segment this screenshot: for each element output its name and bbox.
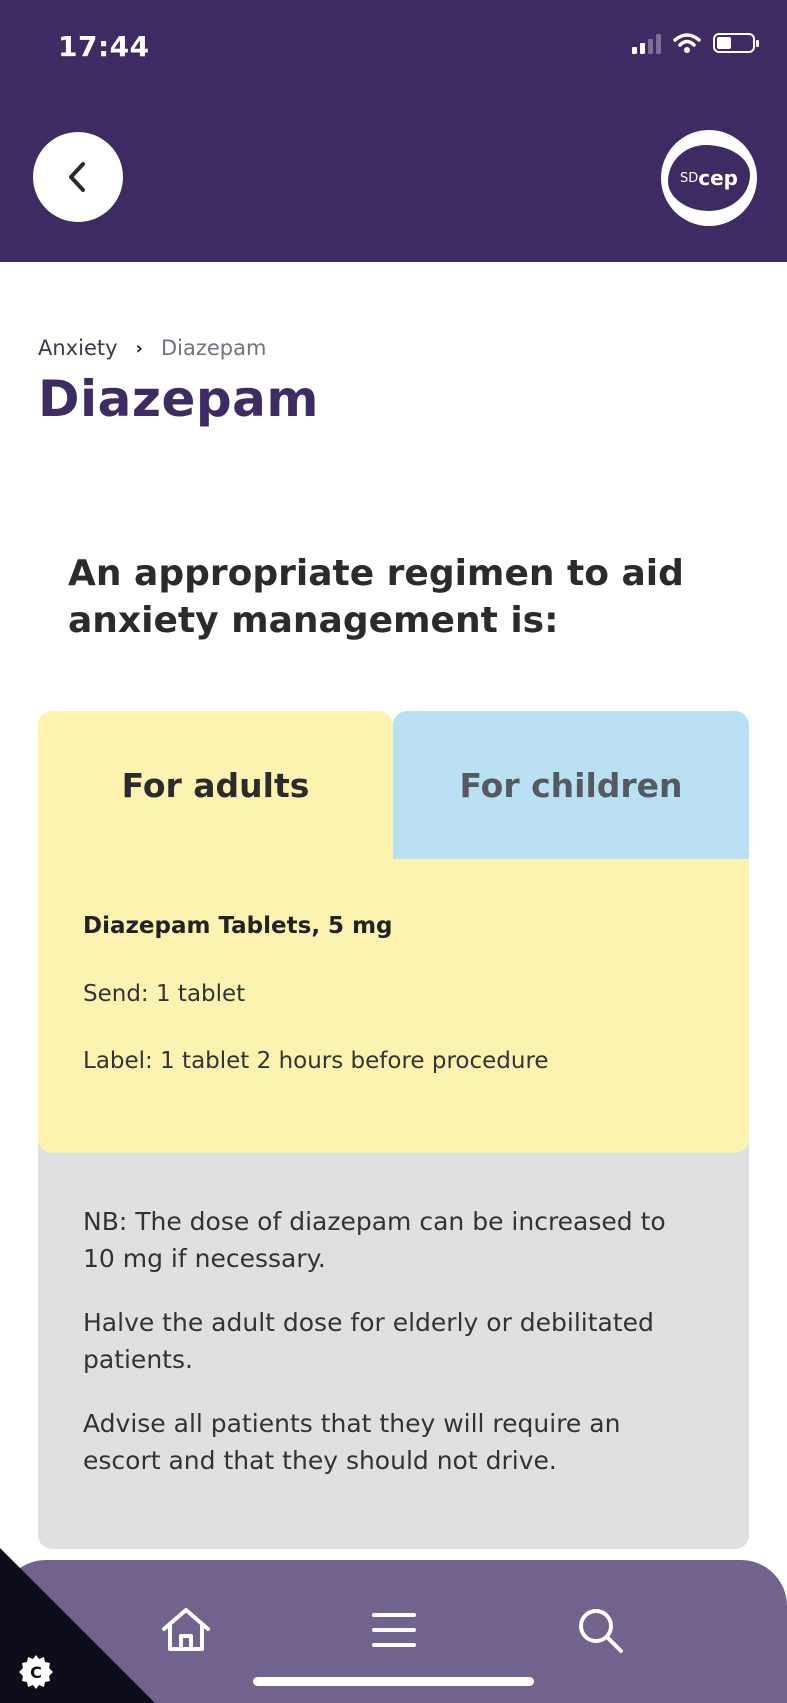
cookie-settings-button[interactable]: C (18, 1654, 54, 1690)
status-time: 17:44 (58, 30, 150, 63)
menu-icon (372, 1613, 416, 1647)
regimen-card: For adults For children Diazepam Tablets… (38, 711, 749, 1549)
search-icon (579, 1609, 623, 1653)
back-button[interactable] (33, 132, 123, 222)
search-button[interactable] (570, 1600, 630, 1660)
wifi-icon (673, 33, 701, 53)
signal-icon (632, 32, 661, 54)
logo-mark: SD cep (668, 145, 750, 211)
sdcep-logo: SD cep (661, 130, 757, 226)
regimen-send: Send: 1 tablet (83, 981, 246, 1007)
tab-for-children[interactable]: For children (393, 711, 749, 859)
breadcrumb-item-diazepam: Diazepam (160, 336, 267, 360)
home-indicator (253, 1677, 534, 1686)
breadcrumb: Anxiety › Diazepam (38, 336, 266, 360)
battery-icon (713, 33, 759, 53)
note-escort: Advise all patients that they will requi… (83, 1409, 621, 1475)
regimen-label: Label: 1 tablet 2 hours before procedure (83, 1048, 549, 1074)
intro-text: An appropriate regimen to aid anxiety ma… (68, 553, 684, 641)
chevron-left-icon (69, 162, 85, 192)
menu-button[interactable] (364, 1600, 424, 1660)
tab-for-adults[interactable]: For adults (38, 711, 393, 859)
cookie-icon: C (19, 1655, 53, 1689)
app-header: 17:44 SD cep (0, 0, 787, 262)
breadcrumb-item-anxiety[interactable]: Anxiety (38, 336, 118, 360)
status-icons (632, 32, 759, 54)
page-title: Diazepam (38, 370, 320, 428)
notes-box: NB: The dose of diazepam can be increase… (38, 1139, 749, 1549)
note-dose: NB: The dose of diazepam can be increase… (83, 1207, 666, 1273)
svg-text:C: C (30, 1663, 42, 1682)
home-button[interactable] (156, 1600, 216, 1660)
chevron-right-icon: › (135, 337, 143, 359)
home-icon (162, 1608, 210, 1651)
tab-bar: For adults For children (38, 711, 749, 859)
note-elderly: Halve the adult dose for elderly or debi… (83, 1308, 654, 1374)
regimen-name: Diazepam Tablets, 5 mg (83, 913, 393, 939)
tab-panel-adults: Diazepam Tablets, 5 mg Send: 1 tablet La… (38, 859, 749, 1153)
